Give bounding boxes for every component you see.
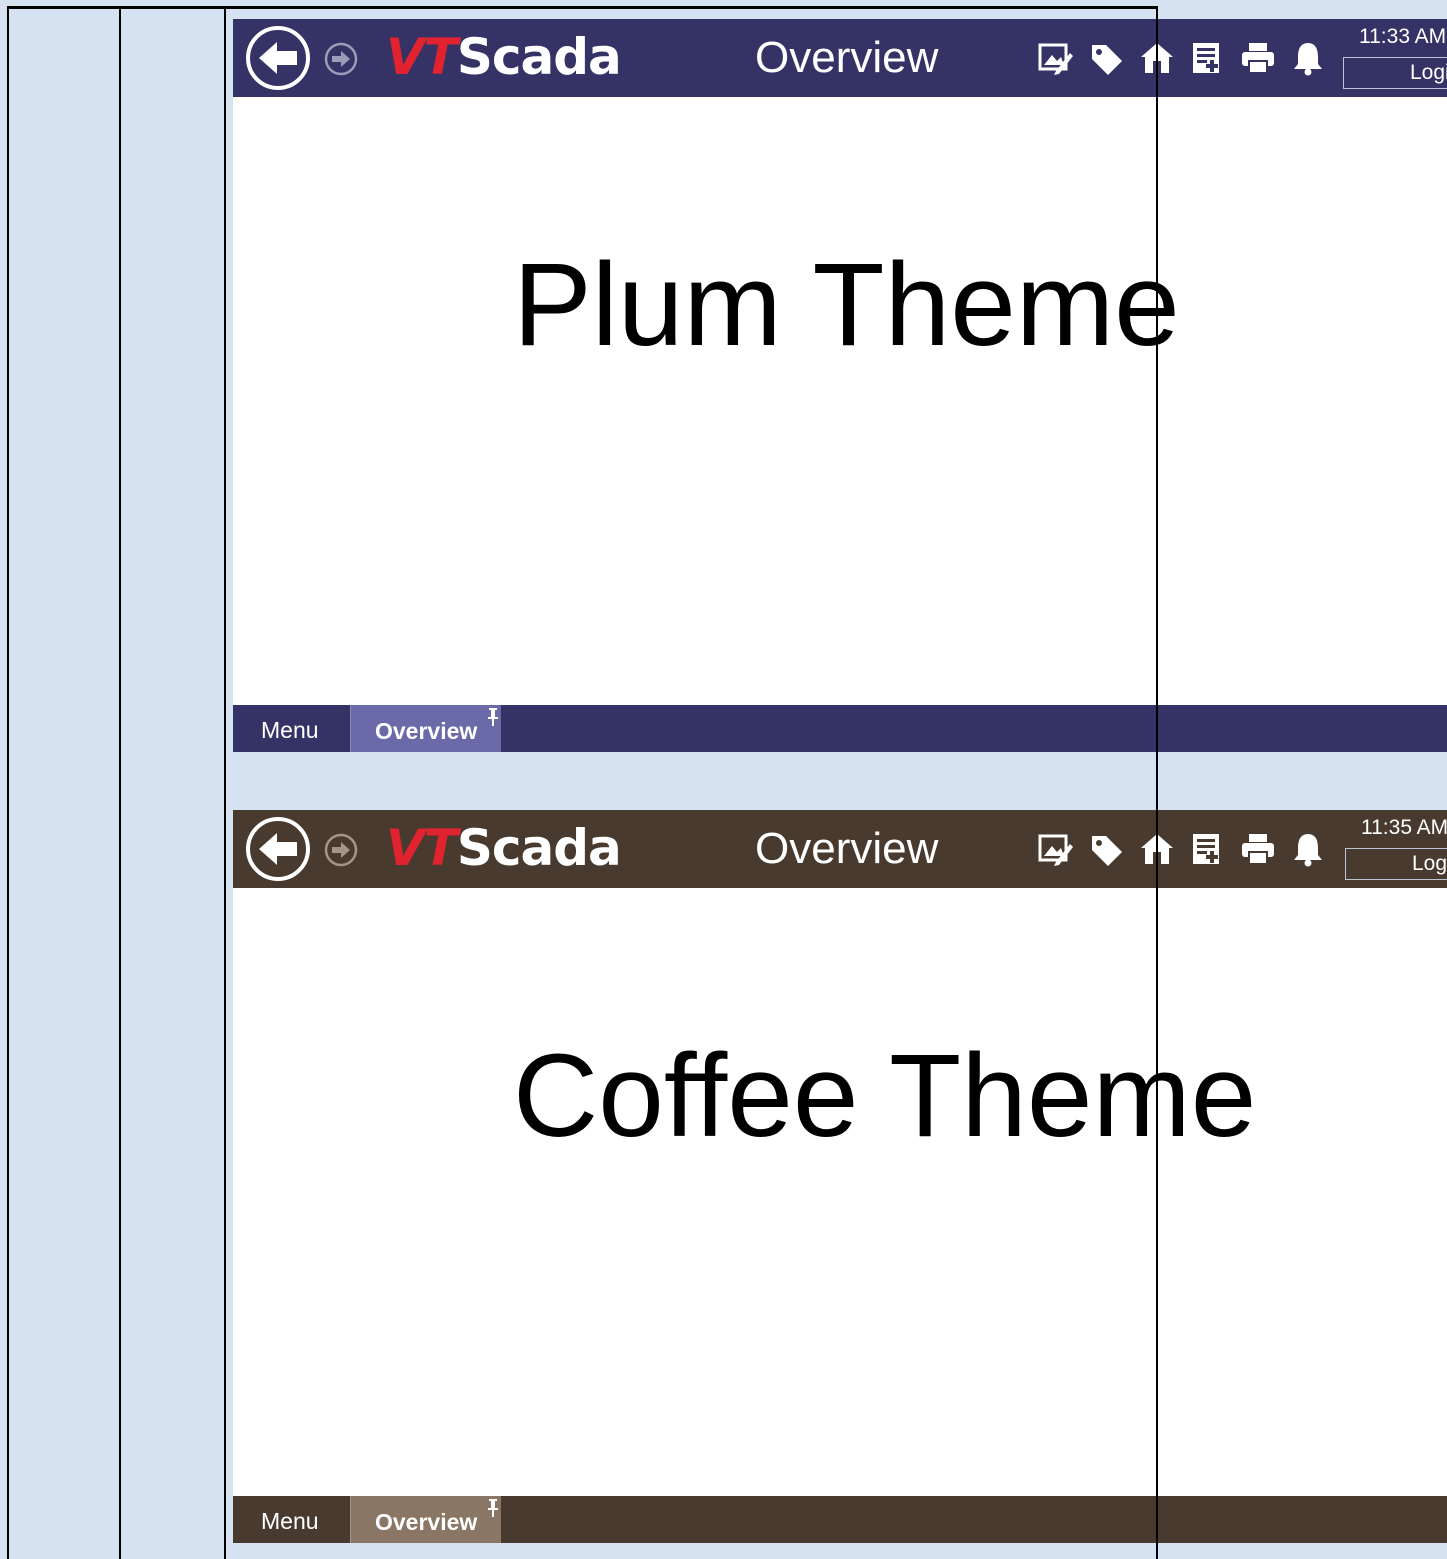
- print-icon[interactable]: [1239, 39, 1277, 77]
- forward-arrow-icon[interactable]: [323, 41, 359, 77]
- theme-heading: Plum Theme: [513, 239, 1180, 371]
- vtscada-logo: VTScada: [386, 819, 622, 877]
- edit-display-icon[interactable]: [1036, 39, 1074, 77]
- tab-bar: Menu Overview: [233, 705, 1447, 752]
- alarm-bell-icon[interactable]: [1289, 39, 1327, 77]
- plum-theme-panel: VTScada Overview 11:33 AM Log Plum Theme…: [233, 19, 1447, 753]
- theme-heading: Coffee Theme: [513, 1030, 1257, 1162]
- title-bar: VTScada Overview: [233, 19, 1447, 97]
- page-title: Overview: [755, 33, 939, 82]
- report-icon[interactable]: [1188, 39, 1226, 77]
- tag-icon[interactable]: [1088, 39, 1126, 77]
- frame-column-divider-1: [119, 6, 121, 1559]
- pin-icon[interactable]: [487, 1499, 499, 1517]
- page-title: Overview: [755, 824, 939, 873]
- tab-overview[interactable]: Overview: [350, 1496, 501, 1543]
- coffee-theme-panel: VTScada Overview 11:35 AM Log Coffee The…: [233, 810, 1447, 1543]
- tab-overview[interactable]: Overview: [350, 705, 501, 752]
- display-area: Coffee Theme: [233, 888, 1447, 1496]
- print-icon[interactable]: [1239, 830, 1277, 868]
- tab-bar: Menu Overview: [233, 1496, 1447, 1543]
- clock-time: 11:33 AM: [1359, 25, 1447, 48]
- alarm-bell-icon[interactable]: [1289, 830, 1327, 868]
- tab-menu[interactable]: Menu: [233, 705, 350, 752]
- tag-icon[interactable]: [1088, 830, 1126, 868]
- frame-top-border: [7, 6, 1158, 9]
- frame-right-border: [1156, 6, 1158, 1559]
- title-bar: VTScada Overview: [233, 810, 1447, 888]
- edit-display-icon[interactable]: [1036, 830, 1074, 868]
- back-arrow-icon[interactable]: [245, 816, 311, 882]
- vtscada-logo: VTScada: [386, 28, 622, 86]
- pin-icon[interactable]: [487, 708, 499, 726]
- clock-time: 11:35 AM: [1361, 816, 1447, 839]
- tab-menu[interactable]: Menu: [233, 1496, 350, 1543]
- frame-column-divider-2: [224, 6, 226, 1559]
- forward-arrow-icon[interactable]: [323, 832, 359, 868]
- login-button[interactable]: Login: [1343, 57, 1447, 89]
- login-button[interactable]: Login: [1345, 848, 1447, 880]
- display-area: Plum Theme: [233, 97, 1447, 705]
- frame-left-border: [7, 6, 9, 1559]
- report-icon[interactable]: [1188, 830, 1226, 868]
- back-arrow-icon[interactable]: [245, 25, 311, 91]
